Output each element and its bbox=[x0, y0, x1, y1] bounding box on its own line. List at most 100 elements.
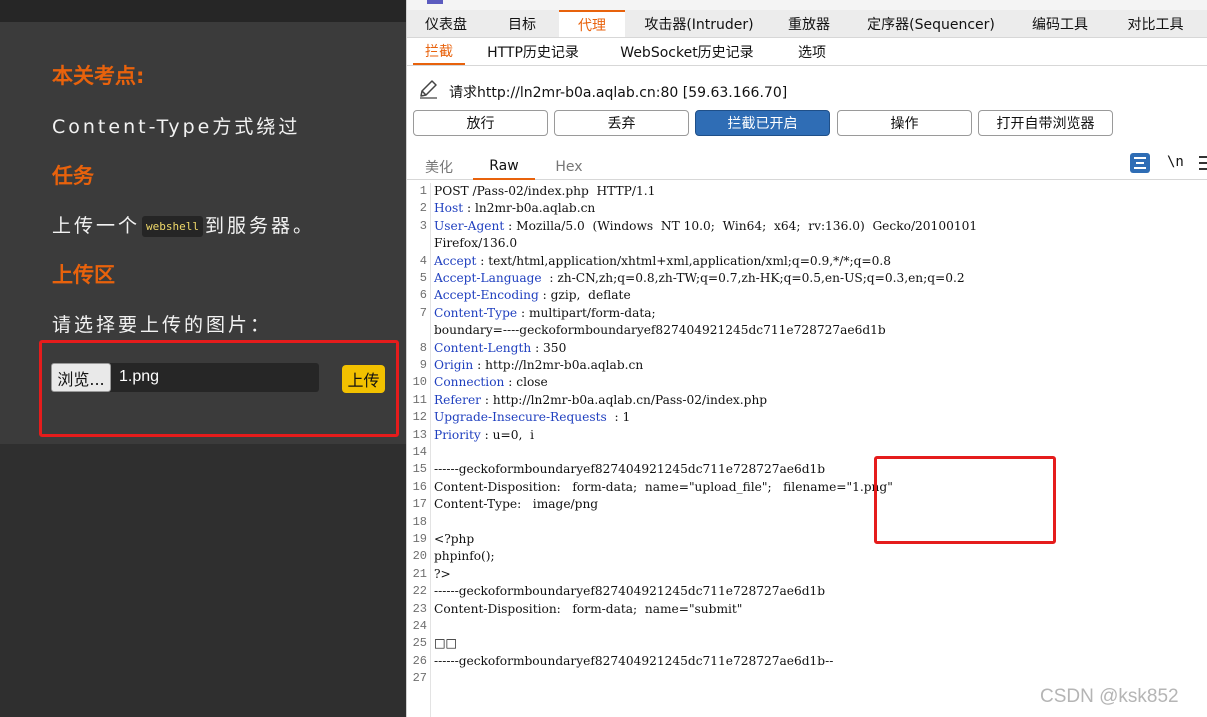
upload-lab-page: 本关考点: Content-Type方式绕过 任务 上传一个 webshell 到服… bbox=[0, 0, 406, 717]
line-number: 17 bbox=[412, 497, 427, 512]
show-newlines-toggle[interactable]: \n bbox=[1167, 154, 1184, 170]
line-code: Referer : http://ln2mr-b0a.aqlab.cn/Pass… bbox=[434, 392, 767, 409]
line-number: 12 bbox=[412, 410, 427, 425]
tab-target[interactable]: 目标 bbox=[485, 10, 559, 37]
tab-intruder[interactable]: 攻击器(Intruder) bbox=[625, 10, 773, 37]
line-text: : ln2mr-b0a.aqlab.cn bbox=[463, 201, 596, 216]
line-text: : 1 bbox=[606, 410, 631, 425]
line-text: : Mozilla/5.0 (Windows NT 10.0; Win64; x… bbox=[504, 218, 978, 233]
line-text: : http://ln2mr-b0a.aqlab.cn bbox=[473, 358, 644, 372]
wrap-lines-icon[interactable] bbox=[1130, 153, 1150, 173]
line-code: Host : ln2mr-b0a.aqlab.cn bbox=[434, 200, 595, 217]
line-code: boundary=----geckoformboundaryef82740492… bbox=[434, 322, 886, 339]
tab-proxy[interactable]: 代理 bbox=[559, 10, 625, 37]
points-text: Content-Type方式绕过 bbox=[52, 116, 301, 138]
editor-line: 3 User-Agent : Mozilla/5.0 (Windows NT 10… bbox=[407, 218, 1207, 235]
line-code: Connection : close bbox=[434, 374, 548, 391]
editor-line: 4 Accept : text/html,application/xhtml+xm… bbox=[407, 253, 1207, 270]
editor-line: 9 Origin : http://ln2mr-b0a.aqlab.cn bbox=[407, 357, 1207, 374]
task-text: 上传一个 webshell 到服务器。 bbox=[52, 211, 315, 238]
tab-dashboard[interactable]: 仪表盘 bbox=[407, 10, 485, 37]
forward-button[interactable]: 放行 bbox=[413, 110, 548, 136]
line-number: 15 bbox=[412, 462, 427, 477]
line-number: 18 bbox=[412, 514, 427, 529]
editor-line: 7 Content-Type : multipart/form-data; bbox=[407, 305, 1207, 322]
header-name: Referer bbox=[434, 392, 481, 407]
menu-icon[interactable] bbox=[1199, 156, 1207, 170]
main-tab-bar: 仪表盘 目标 代理 攻击器(Intruder) 重放器 定序器(Sequence… bbox=[407, 10, 1207, 38]
line-number: 6 bbox=[419, 288, 427, 303]
line-code: phpinfo(); bbox=[434, 548, 495, 565]
tab-intercept[interactable]: 拦截 bbox=[413, 38, 465, 65]
proxy-sub-tab-bar: 拦截 HTTP历史记录 WebSocket历史记录 选项 bbox=[407, 38, 1207, 66]
tab-repeater[interactable]: 重放器 bbox=[773, 10, 845, 37]
tab-options[interactable]: 选项 bbox=[787, 38, 837, 65]
editor-line: 25 □□ bbox=[407, 635, 1207, 652]
editor-line: 18 bbox=[407, 514, 1207, 531]
editor-line: Firefox/136.0 bbox=[407, 235, 1207, 252]
line-code: ------geckoformboundaryef827404921245dc7… bbox=[434, 461, 825, 478]
editor-line: 27 bbox=[407, 670, 1207, 687]
tab-websocket-history[interactable]: WebSocket历史记录 bbox=[613, 38, 761, 65]
editor-line: 22 ------geckoformboundaryef827404921245d… bbox=[407, 583, 1207, 600]
request-editor[interactable]: 1 POST /Pass-02/index.php HTTP/1.1 2 Host :… bbox=[407, 183, 1207, 717]
task-suffix: 到服务器。 bbox=[205, 215, 316, 237]
browse-button[interactable]: 浏览... bbox=[51, 363, 111, 392]
tab-sequencer[interactable]: 定序器(Sequencer) bbox=[845, 10, 1017, 37]
tab-decoder[interactable]: 编码工具 bbox=[1017, 10, 1103, 37]
line-number: 2 bbox=[419, 201, 427, 216]
tab-pretty[interactable]: 美化 bbox=[415, 154, 463, 180]
line-number: 3 bbox=[419, 218, 427, 233]
drop-button[interactable]: 丢弃 bbox=[554, 110, 689, 136]
header-name: Accept-Language bbox=[434, 271, 542, 285]
editor-line: 1 POST /Pass-02/index.php HTTP/1.1 bbox=[407, 183, 1207, 200]
line-text: <?php bbox=[434, 532, 475, 546]
line-code: User-Agent : Mozilla/5.0 (Windows NT 10.… bbox=[434, 218, 977, 235]
header-name: Content-Type bbox=[434, 305, 518, 320]
intercept-toggle-button[interactable]: 拦截已开启 bbox=[695, 110, 830, 136]
editor-line: 6 Accept-Encoding : gzip, deflate bbox=[407, 287, 1207, 304]
line-text: □□ bbox=[434, 636, 458, 651]
line-code: Accept-Language : zh-CN,zh;q=0.8,zh-TW;q… bbox=[434, 270, 965, 287]
upload-heading: 上传区 bbox=[52, 263, 115, 287]
line-number: 20 bbox=[412, 549, 427, 564]
line-text: : text/html,application/xhtml+xml,applic… bbox=[476, 253, 891, 268]
line-code: □□ bbox=[434, 635, 457, 652]
line-text: Content-Disposition: form-data; name="su… bbox=[434, 601, 743, 616]
header-name: User-Agent bbox=[434, 218, 505, 233]
header-name: Upgrade-Insecure-Requests bbox=[434, 410, 607, 425]
selected-file-name: 1.png bbox=[119, 368, 160, 385]
editor-line: 23 Content-Disposition: form-data; name="… bbox=[407, 601, 1207, 618]
line-code: Priority : u=0, i bbox=[434, 427, 534, 444]
open-browser-button[interactable]: 打开自带浏览器 bbox=[978, 110, 1113, 136]
line-number: 16 bbox=[412, 479, 427, 494]
tab-raw[interactable]: Raw bbox=[473, 154, 535, 180]
line-text: : multipart/form-data; bbox=[517, 305, 656, 320]
line-number: 22 bbox=[412, 584, 427, 599]
line-text: Content-Type: image/png bbox=[434, 497, 599, 512]
line-code: ------geckoformboundaryef827404921245dc7… bbox=[434, 583, 825, 600]
top-strip bbox=[0, 0, 406, 22]
tab-http-history[interactable]: HTTP历史记录 bbox=[477, 38, 589, 65]
tab-comparer[interactable]: 对比工具 bbox=[1103, 10, 1207, 37]
line-code: Content-Type: image/png bbox=[434, 496, 598, 513]
line-code: Firefox/136.0 bbox=[434, 235, 517, 252]
action-button[interactable]: 操作 bbox=[837, 110, 972, 136]
editor-line: 17 Content-Type: image/png bbox=[407, 496, 1207, 513]
line-number: 25 bbox=[412, 636, 427, 651]
watermark: CSDN @ksk852 bbox=[1040, 686, 1179, 707]
task-prefix: 上传一个 bbox=[52, 215, 141, 237]
tab-hex[interactable]: Hex bbox=[545, 154, 593, 180]
editor-line: 14 bbox=[407, 444, 1207, 461]
request-target: 请求http://ln2mr-b0a.aqlab.cn:80 [59.63.16… bbox=[449, 85, 788, 101]
line-number: 27 bbox=[412, 671, 427, 686]
line-number: 26 bbox=[412, 653, 427, 668]
header-name: Priority bbox=[434, 427, 481, 442]
editor-line: 5 Accept-Language : zh-CN,zh;q=0.8,zh-TW;… bbox=[407, 270, 1207, 287]
line-text: Content-Disposition: form-data; name="up… bbox=[434, 479, 893, 494]
line-number: 10 bbox=[412, 375, 427, 390]
line-code: ?> bbox=[434, 566, 451, 583]
line-text: boundary=----geckoformboundaryef82740492… bbox=[434, 323, 886, 338]
upload-button[interactable]: 上传 bbox=[342, 365, 385, 393]
editor-line: 16 Content-Disposition: form-data; name="… bbox=[407, 479, 1207, 496]
